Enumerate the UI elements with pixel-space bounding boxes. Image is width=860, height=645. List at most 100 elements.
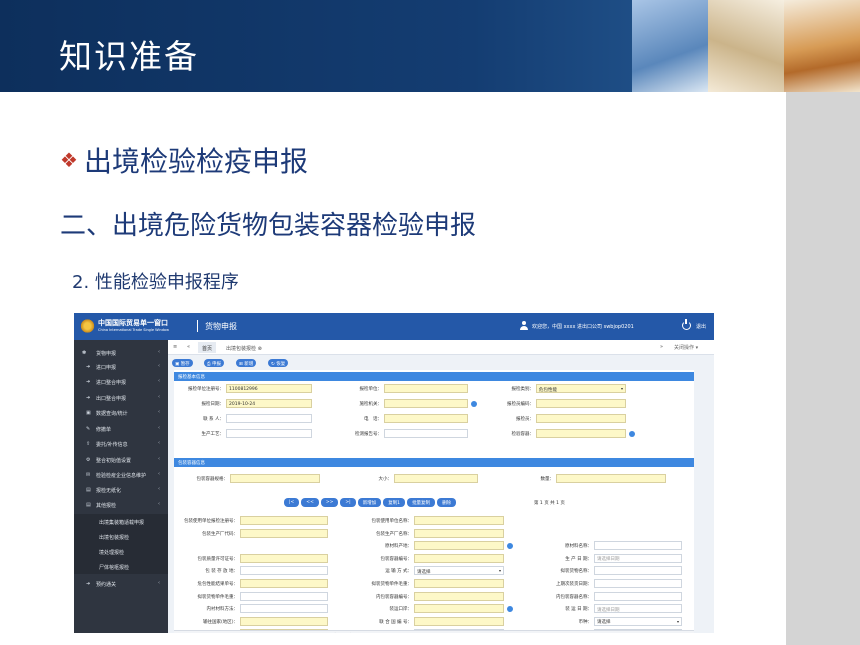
field-input[interactable]: [536, 414, 626, 423]
sidebar-item[interactable]: ⚙ 整合初始值设置 ‹: [74, 453, 168, 467]
field-input[interactable]: 请选择日期: [594, 604, 682, 614]
field-input[interactable]: [240, 553, 328, 563]
field-input[interactable]: [594, 579, 682, 588]
field-label: 上期次装货日期：: [556, 582, 592, 587]
field-label: 检验容器：: [511, 432, 535, 437]
field-input[interactable]: [414, 528, 504, 538]
field-input[interactable]: [414, 579, 504, 588]
app-header: 中国国际贸易单一窗口 China International Trade Sin…: [74, 313, 714, 340]
sidebar-title[interactable]: ✽ 货物申报 ‹: [74, 346, 168, 360]
field-input[interactable]: 1100812996: [226, 384, 312, 393]
tab-scroll-left-icon[interactable]: «: [187, 344, 190, 350]
pager-button[interactable]: 复制1: [383, 498, 406, 507]
menu-toggle-icon[interactable]: ≡: [173, 344, 177, 350]
field-input[interactable]: [384, 384, 468, 393]
pager-button[interactable]: |<: [284, 498, 300, 507]
sidebar-subitem[interactable]: 出境包装报检: [74, 529, 168, 544]
field-input[interactable]: [536, 399, 626, 408]
field-input[interactable]: [384, 399, 468, 408]
field-input[interactable]: [226, 414, 312, 423]
field-input[interactable]: [230, 474, 320, 483]
field-input[interactable]: [384, 414, 468, 423]
field-select[interactable]: 请选择: [594, 616, 682, 626]
field-input[interactable]: 请选择日期: [594, 553, 682, 563]
sidebar-item-appointment[interactable]: ➜ 预约通关 ‹: [74, 577, 168, 591]
action-button[interactable]: ⊞ 新增: [236, 359, 257, 367]
action-button[interactable]: ⎙ 申报: [204, 359, 225, 367]
tab-package-inspection[interactable]: 出境包装报检 ⊗: [222, 342, 266, 353]
pager-button[interactable]: >|: [340, 498, 356, 507]
action-toolbar: ▣ 暂存 ⎙ 申报 ⊞ 新增 ↻ 恢复: [168, 356, 714, 369]
field-input[interactable]: [414, 516, 504, 525]
sidebar-item[interactable]: ✉ 检验检疫企业信息维护 ‹: [74, 468, 168, 482]
sidebar-item[interactable]: ▤ 其他报检 ‹: [74, 498, 168, 512]
search-lookup-icon[interactable]: [629, 430, 635, 437]
pager-button[interactable]: 新增加: [357, 498, 382, 507]
chevron-left-icon: ‹: [158, 456, 160, 462]
field-input[interactable]: [414, 604, 504, 614]
sidebar-subitem[interactable]: 出境集装箱适载申报: [74, 514, 168, 529]
action-button[interactable]: ↻ 恢复: [268, 359, 289, 367]
brand-subtitle: China International Trade Single Window: [98, 328, 169, 332]
field-input[interactable]: [414, 616, 504, 626]
field-input[interactable]: [384, 429, 468, 438]
field-input[interactable]: [226, 429, 312, 438]
field-input[interactable]: [240, 516, 328, 525]
search-lookup-icon[interactable]: [507, 542, 513, 549]
form-field: 上期次装货日期：: [556, 579, 682, 588]
field-input[interactable]: [240, 566, 328, 576]
field-input[interactable]: [394, 474, 478, 483]
field-input[interactable]: 2019-10-24: [226, 399, 312, 408]
field-input[interactable]: [240, 604, 328, 614]
action-button[interactable]: ▣ 暂存: [172, 359, 193, 367]
field-input[interactable]: [414, 541, 504, 551]
form-field: 包 装 存 放 地：: [205, 566, 328, 576]
sidebar-item[interactable]: ✎ 修撤单 ‹: [74, 422, 168, 436]
form-field: 内包装容器名称：: [556, 591, 682, 601]
field-input[interactable]: [594, 541, 682, 551]
pager-status: 第 1 页 共 1 页: [534, 501, 565, 506]
form-field: 包装生产厂名称：: [376, 528, 504, 538]
sidebar-item[interactable]: ▤ 报检无纸化 ‹: [74, 483, 168, 497]
power-icon[interactable]: [682, 319, 691, 330]
sidebar-item[interactable]: ➜ 进口申报 ‹: [74, 360, 168, 374]
search-lookup-icon[interactable]: [507, 605, 513, 612]
pager-button[interactable]: 删除: [437, 498, 457, 507]
field-input[interactable]: [240, 528, 328, 538]
sidebar-item[interactable]: ▣ 数据查询/统计 ‹: [74, 406, 168, 420]
logout-link[interactable]: 退出: [696, 323, 706, 330]
pager-button[interactable]: <<: [301, 498, 319, 507]
field-input[interactable]: [240, 591, 328, 601]
field-select[interactable]: 危包性能: [536, 384, 626, 393]
form-field: 包装使用单位名称：: [372, 516, 504, 525]
field-input[interactable]: [240, 579, 328, 588]
field-input[interactable]: [536, 429, 626, 438]
pager-button[interactable]: 批量复制: [407, 498, 436, 507]
field-label: 装运口岸：: [389, 607, 413, 613]
sidebar-subitem[interactable]: 尸体棺柩报检: [74, 559, 168, 574]
sidebar-subitem[interactable]: 境处理报检: [74, 544, 168, 559]
pager-button[interactable]: >>: [320, 498, 339, 507]
slide-title: 知识准备: [59, 37, 199, 76]
field-select[interactable]: 请选择: [414, 566, 504, 576]
field-input[interactable]: [240, 616, 328, 626]
sidebar-item[interactable]: ⇪ 委托/补传信息 ‹: [74, 437, 168, 451]
field-input[interactable]: [556, 474, 666, 483]
search-lookup-icon[interactable]: [471, 400, 477, 407]
tab-home[interactable]: 首页: [198, 342, 217, 353]
sidebar-item[interactable]: ➜ 出口整合申报 ‹: [74, 391, 168, 405]
field-input[interactable]: [594, 566, 682, 576]
tab-scroll-right-icon[interactable]: »: [660, 344, 663, 350]
field-input[interactable]: [414, 591, 504, 601]
field-label: 包装质量许可证号：: [197, 556, 239, 562]
form-field: 电 话：: [364, 414, 468, 423]
form-field: 联 系 人：: [203, 414, 312, 423]
form-field: 拟装货物单件毛重：: [372, 579, 504, 588]
right-gray-rail: [786, 92, 860, 645]
sidebar-item[interactable]: ➜ 进口整合申报 ‹: [74, 375, 168, 389]
field-label: 包装生产厂代码：: [202, 531, 238, 537]
field-input[interactable]: [414, 553, 504, 563]
close-operations-dropdown[interactable]: 关闭操作 ▾: [674, 344, 698, 351]
field-input[interactable]: [594, 591, 682, 601]
field-label: 包装生产厂名称：: [376, 531, 412, 537]
